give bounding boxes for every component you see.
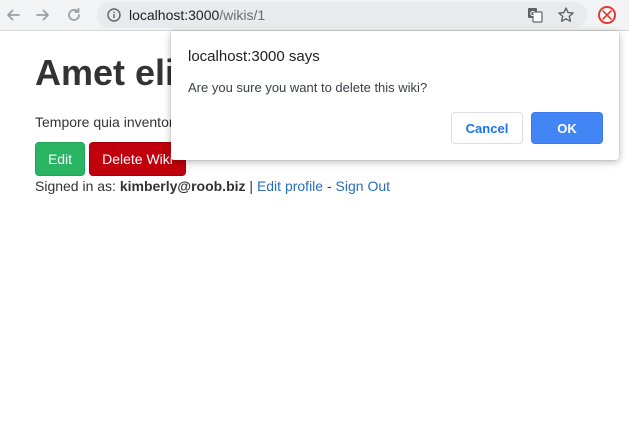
signed-in-label: Signed in as: (35, 178, 120, 194)
sign-out-link[interactable]: Sign Out (336, 178, 390, 194)
ok-button[interactable]: OK (531, 112, 603, 144)
user-email: kimberly@roob.biz (119, 178, 246, 194)
edit-button[interactable]: Edit (35, 142, 85, 176)
confirm-dialog: localhost:3000 says Are you sure you wan… (171, 31, 619, 160)
back-button[interactable] (2, 4, 24, 26)
url-host: localhost:3000 (129, 7, 220, 23)
address-bar[interactable]: localhost:3000/wikis/1 G (97, 2, 587, 28)
signed-in-line: Signed in as: kimberly@roob.biz | Edit p… (35, 178, 390, 194)
url-path: /wikis/1 (219, 7, 266, 23)
wiki-body: Tempore quia inventor (35, 114, 174, 130)
reload-icon (68, 7, 80, 21)
cancel-button[interactable]: Cancel (451, 112, 523, 144)
star-icon[interactable] (557, 6, 575, 24)
url-text[interactable]: localhost:3000/wikis/1 (129, 7, 265, 23)
translate-icon[interactable]: G (527, 7, 543, 23)
forward-button[interactable] (32, 4, 54, 26)
separator-pipe: | (245, 178, 257, 194)
svg-text:G: G (530, 11, 536, 18)
reload-button[interactable] (63, 4, 85, 26)
forward-arrow-icon (36, 9, 49, 21)
page-title: Amet eli (35, 52, 176, 93)
browser-toolbar: localhost:3000/wikis/1 G (0, 0, 629, 31)
dialog-message: Are you sure you want to delete this wik… (188, 80, 428, 95)
extension-icon[interactable] (597, 5, 617, 25)
dialog-title: localhost:3000 says (188, 48, 320, 65)
separator-dash: - (323, 178, 336, 194)
info-icon[interactable] (107, 8, 121, 22)
back-arrow-icon (7, 9, 20, 21)
edit-profile-link[interactable]: Edit profile (257, 178, 323, 194)
